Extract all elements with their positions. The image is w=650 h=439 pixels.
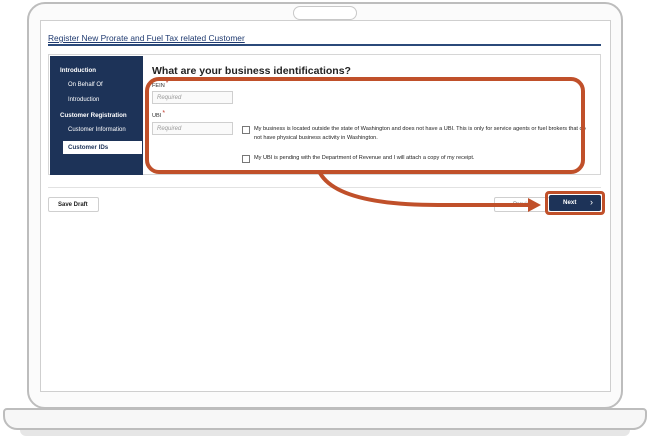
page-title[interactable]: Register New Prorate and Fuel Tax relate… <box>48 33 245 43</box>
save-draft-button[interactable]: Save Draft <box>48 197 99 212</box>
title-divider <box>48 44 601 46</box>
next-button[interactable]: Next › <box>549 195 601 211</box>
chevron-right-icon: › <box>590 197 593 207</box>
wizard-sidebar: Introduction On Behalf Of Introduction C… <box>50 56 143 175</box>
sidebar-item-customer-ids[interactable]: Customer IDs <box>63 141 142 154</box>
sidebar-item-on-behalf-of[interactable]: On Behalf Of <box>68 82 103 88</box>
sidebar-item-customer-information[interactable]: Customer Information <box>68 127 126 133</box>
previous-button[interactable]: Previous <box>494 197 550 212</box>
sidebar-section-customer-registration[interactable]: Customer Registration <box>60 112 127 119</box>
next-label: Next <box>563 199 577 206</box>
laptop-camera-notch <box>293 6 357 20</box>
previous-label: Previous <box>513 202 537 208</box>
form-heading: What are your business identifications? <box>152 65 351 77</box>
sidebar-item-introduction[interactable]: Introduction <box>68 97 99 103</box>
sidebar-item-customer-ids-label: Customer IDs <box>68 144 109 151</box>
sidebar-section-introduction[interactable]: Introduction <box>60 67 96 74</box>
actions-divider <box>48 187 601 188</box>
laptop-base-shadow <box>20 430 630 436</box>
app-screen: Register New Prorate and Fuel Tax relate… <box>40 20 611 392</box>
identification-fields-highlight <box>145 77 585 174</box>
save-draft-label: Save Draft <box>58 202 88 208</box>
laptop-base <box>3 408 647 430</box>
